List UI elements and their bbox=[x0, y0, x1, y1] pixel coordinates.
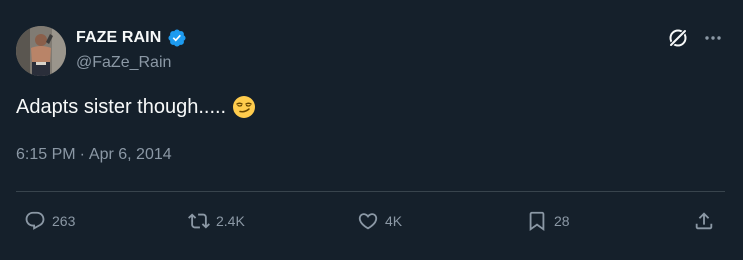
avatar[interactable] bbox=[16, 26, 66, 76]
share-icon bbox=[695, 212, 713, 230]
tweet-text-content: Adapts sister though..... bbox=[16, 96, 227, 118]
retweet-icon bbox=[188, 213, 210, 229]
share-button[interactable] bbox=[693, 204, 715, 238]
retweet-button[interactable]: 2.4K bbox=[188, 204, 245, 238]
meta-separator: · bbox=[79, 146, 85, 163]
reply-count: 263 bbox=[52, 213, 76, 229]
tweet-text: Adapts sister though..... bbox=[16, 93, 256, 121]
verified-badge-icon bbox=[167, 28, 187, 48]
retweet-count: 2.4K bbox=[216, 213, 245, 229]
reply-button[interactable]: 263 bbox=[24, 204, 75, 238]
author-handle[interactable]: @FaZe_Rain bbox=[76, 54, 171, 72]
tweet-timestamp: 6:15 PM · Apr 6, 2014 bbox=[16, 146, 172, 164]
display-name[interactable]: FAZE RAIN bbox=[76, 29, 161, 47]
heart-icon bbox=[358, 213, 378, 230]
like-count: 4K bbox=[385, 213, 403, 229]
grok-icon[interactable] bbox=[667, 27, 689, 49]
smirking-face-emoji-icon bbox=[232, 95, 256, 119]
tweet-actions-bar: 263 2.4K 4K 28 bbox=[0, 204, 743, 238]
tweet-date[interactable]: Apr 6, 2014 bbox=[89, 146, 172, 164]
like-button[interactable]: 4K bbox=[357, 204, 402, 238]
more-options-icon[interactable] bbox=[703, 27, 723, 49]
tweet-time[interactable]: 6:15 PM bbox=[16, 146, 76, 164]
bookmark-count: 28 bbox=[554, 213, 570, 229]
bookmark-button[interactable]: 28 bbox=[526, 204, 570, 238]
bookmark-icon bbox=[529, 211, 545, 232]
author-name-row: FAZE RAIN bbox=[76, 28, 187, 48]
reply-icon bbox=[25, 211, 45, 230]
tweet-card: FAZE RAIN @FaZe_Rain Adapts sister thoug… bbox=[0, 0, 743, 260]
divider bbox=[16, 191, 725, 192]
